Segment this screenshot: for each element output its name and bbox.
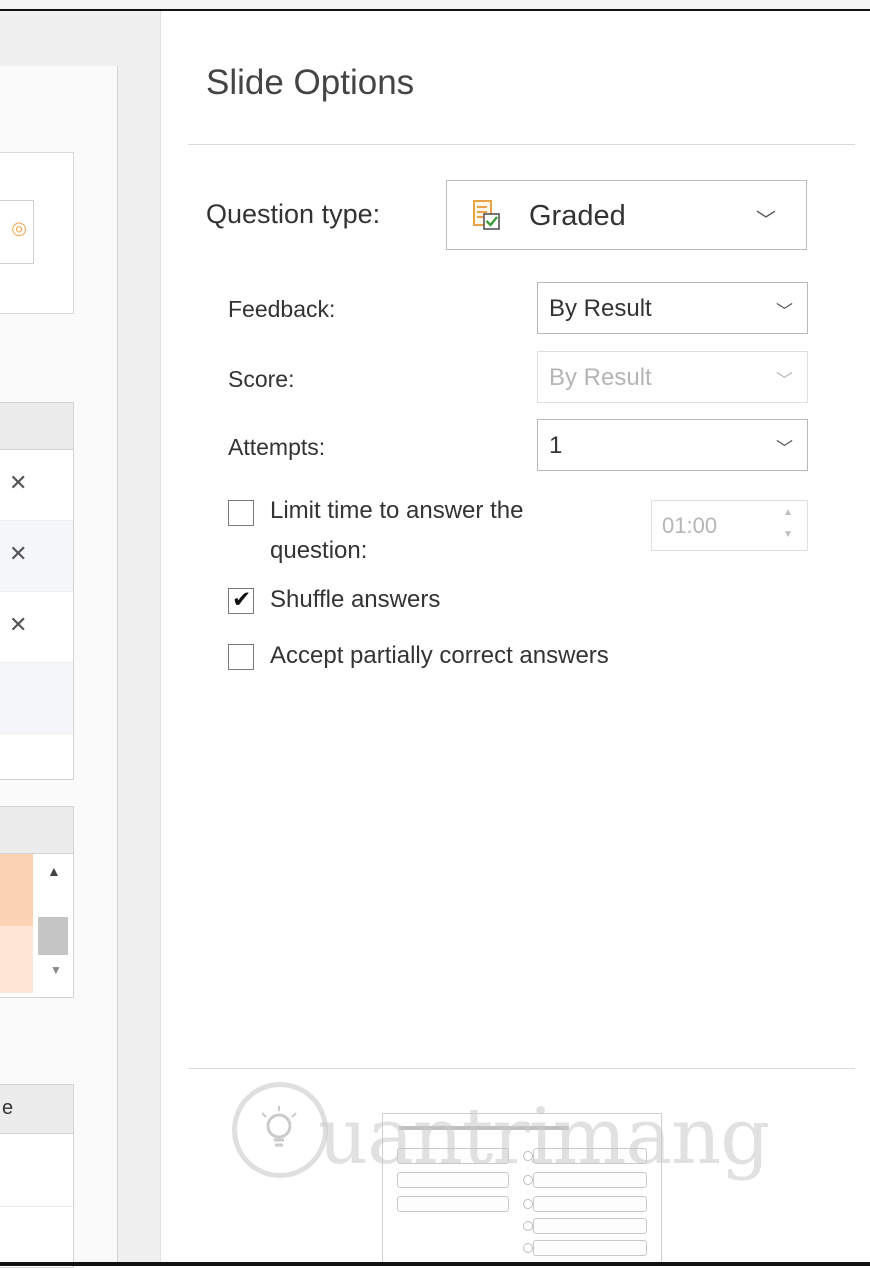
left-preview-card: ◎ [0, 152, 74, 314]
stepper-up-icon[interactable]: ▲ [783, 507, 793, 518]
watermark-text: uantrimang [318, 1092, 770, 1182]
stepper-down-icon[interactable]: ▼ [783, 529, 793, 540]
list-item-selected[interactable] [0, 854, 33, 926]
title-divider [188, 144, 855, 145]
limit-time-label-line2: question: [270, 537, 368, 564]
matches-list-header [0, 807, 73, 854]
scroll-down-icon[interactable]: ▼ [50, 963, 62, 977]
limit-time-checkbox[interactable] [228, 500, 254, 526]
media-button[interactable]: ◎ [0, 200, 34, 264]
thumbnail-box [397, 1196, 509, 1212]
window-top-edge [0, 0, 870, 11]
close-icon[interactable]: ✕ [9, 470, 27, 496]
score-dropdown[interactable]: By Result ﹀ [537, 351, 808, 403]
attempts-dropdown[interactable]: 1 ﹀ [537, 419, 808, 471]
window-bottom-edge [0, 1262, 870, 1266]
matches-list: ▲ ▼ [0, 806, 74, 998]
thumbnail-box [533, 1218, 647, 1234]
list-item[interactable] [0, 663, 73, 734]
time-limit-stepper[interactable]: 01:00 ▲ ▼ [651, 500, 808, 551]
list-item[interactable]: ✕ [0, 592, 73, 663]
answers-list: ✕ ✕ ✕ [0, 402, 74, 780]
graded-question-icon [473, 200, 500, 230]
checkmark-icon: ✔ [232, 586, 252, 612]
thumbnail-dot [523, 1199, 533, 1209]
question-type-label: Question type: [206, 199, 381, 229]
partial-answers-checkbox[interactable] [228, 644, 254, 670]
limit-time-label-line1: Limit time to answer the [270, 497, 524, 524]
question-type-dropdown[interactable]: Graded ﹀ [446, 180, 807, 250]
scrollbar-thumb[interactable] [38, 917, 68, 955]
chevron-down-icon: ﹀ [776, 371, 793, 390]
score-label: Score: [228, 366, 295, 392]
feedback-value: By Result [549, 295, 652, 322]
time-limit-value: 01:00 [662, 513, 718, 538]
attempts-value: 1 [549, 432, 563, 459]
attempts-label: Attempts: [228, 434, 326, 460]
extra-list-header: e [0, 1085, 73, 1134]
scroll-up-icon[interactable]: ▲ [47, 863, 61, 879]
preview-divider [188, 1068, 855, 1069]
lightbulb-icon [261, 1106, 297, 1147]
list-item[interactable] [0, 1134, 73, 1207]
feedback-dropdown[interactable]: By Result ﹀ [537, 282, 808, 334]
question-type-value: Graded [529, 200, 626, 232]
thumbnail-box [533, 1240, 647, 1256]
thumbnail-box [533, 1196, 647, 1212]
close-icon[interactable]: ✕ [9, 612, 27, 638]
chevron-down-icon: ﹀ [756, 210, 776, 232]
header-label: e [2, 1097, 14, 1119]
thumbnail-dot [523, 1221, 533, 1231]
extra-list: e [0, 1084, 74, 1268]
close-icon[interactable]: ✕ [9, 541, 27, 567]
shuffle-answers-checkbox[interactable]: ✔ [228, 586, 254, 614]
list-item[interactable]: ✕ [0, 450, 73, 521]
list-item[interactable]: ✕ [0, 521, 73, 592]
chevron-down-icon: ﹀ [776, 439, 793, 458]
feedback-label: Feedback: [228, 296, 336, 322]
list-item[interactable] [0, 926, 33, 993]
thumbnail-dot [523, 1243, 533, 1253]
partial-answers-label: Accept partially correct answers [270, 642, 609, 669]
score-value: By Result [549, 364, 652, 391]
chevron-down-icon: ﹀ [776, 302, 793, 321]
panel-title: Slide Options [206, 63, 415, 102]
media-icon: ◎ [11, 218, 27, 238]
shuffle-answers-label: Shuffle answers [270, 586, 441, 613]
answers-list-header [0, 403, 73, 450]
